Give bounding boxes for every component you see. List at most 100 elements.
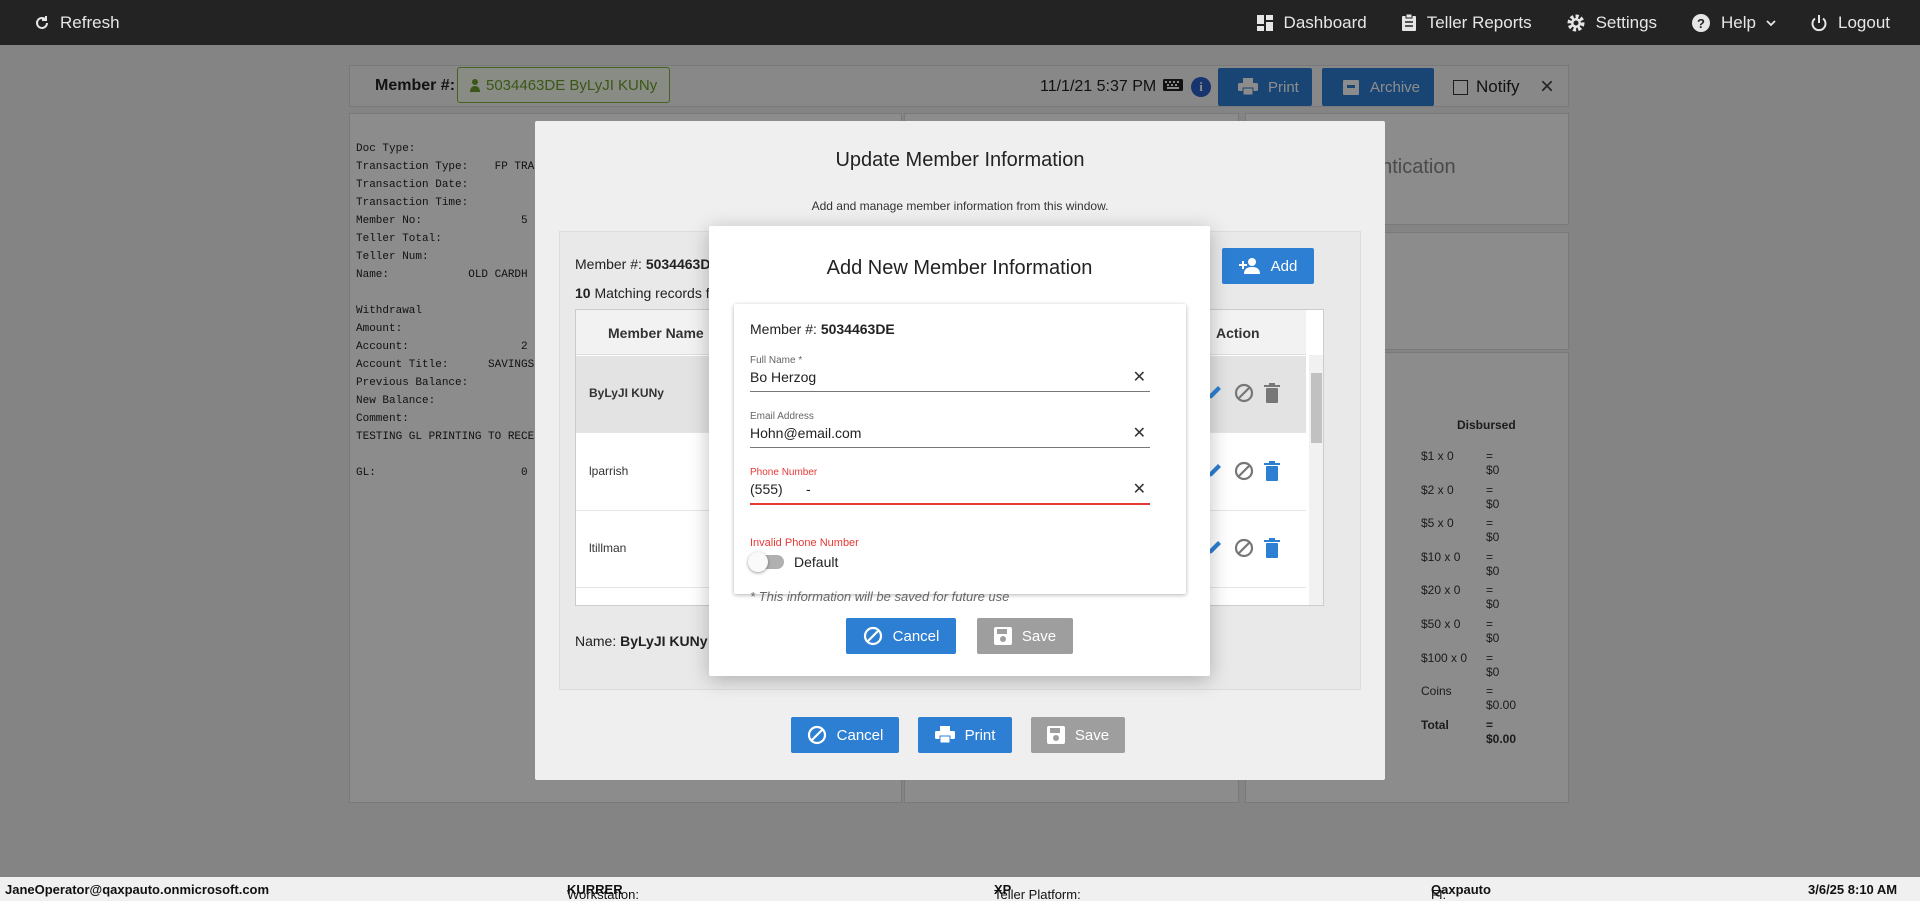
refresh-button[interactable]: Refresh: [34, 0, 120, 45]
row-actions: [1206, 538, 1280, 561]
gear-icon: [1566, 13, 1586, 33]
save-icon: [993, 627, 1012, 645]
status-workstation: Workstation: KURRER: [567, 882, 639, 901]
row-actions: [1206, 383, 1280, 406]
field-underline: [750, 503, 1150, 505]
status-fi-label: FI:: [1431, 887, 1447, 901]
matching-text: Matching records f: [594, 285, 710, 301]
update-save-label: Save: [1074, 726, 1110, 744]
clear-icon[interactable]: ✕: [1133, 423, 1146, 443]
email-label: Email Address: [750, 411, 814, 422]
add-cancel-button[interactable]: Cancel: [846, 618, 956, 654]
nav-dashboard[interactable]: Dashboard: [1256, 13, 1367, 33]
field-underline: [750, 447, 1150, 448]
clear-icon[interactable]: ✕: [1133, 479, 1146, 499]
clipboard-icon: [1401, 13, 1417, 32]
add-member-number-label: Member #:: [750, 321, 817, 337]
add-member-number-value: 5034463DE: [820, 321, 895, 337]
svg-text:?: ?: [1697, 16, 1705, 31]
update-member-number-label: Member #:: [575, 256, 642, 272]
update-save-button[interactable]: Save: [1031, 717, 1125, 753]
row-actions: [1206, 461, 1280, 484]
toggle-track[interactable]: [748, 552, 784, 572]
row-member-name: ByLyJI KUNy: [589, 386, 664, 400]
add-member-button[interactable]: Add: [1222, 248, 1314, 284]
ban-icon[interactable]: [1234, 461, 1254, 484]
default-toggle[interactable]: Default: [748, 552, 839, 572]
save-note: * This information will be saved for fut…: [750, 589, 1010, 604]
status-platform-label: Teller Platform:: [994, 887, 1081, 901]
phone-input[interactable]: (555) -: [750, 481, 811, 497]
grid-scrollbar-thumb[interactable]: [1311, 373, 1322, 443]
status-platform: Teller Platform: XP: [994, 882, 1081, 901]
email-input[interactable]: Hohn@email.com: [750, 425, 861, 441]
refresh-icon: [34, 15, 50, 31]
full-name-field[interactable]: Full Name * Bo Herzog ✕: [750, 355, 1150, 392]
trash-icon[interactable]: [1264, 461, 1280, 484]
refresh-label: Refresh: [60, 12, 120, 32]
add-cancel-label: Cancel: [892, 627, 940, 645]
row-member-name: lparrish: [589, 464, 629, 478]
add-member-number: Member #: 5034463DE: [750, 321, 895, 337]
nav-teller-reports[interactable]: Teller Reports: [1401, 13, 1532, 33]
add-member-form: Member #: 5034463DE Full Name * Bo Herzo…: [734, 304, 1186, 604]
ban-icon: [863, 626, 883, 646]
toggle-knob[interactable]: [748, 552, 768, 572]
default-label: Default: [794, 554, 839, 570]
help-icon: ?: [1691, 13, 1711, 33]
phone-field[interactable]: Phone Number (555) - ✕: [750, 467, 1150, 505]
add-save-label: Save: [1021, 627, 1057, 645]
ban-icon[interactable]: [1234, 538, 1254, 561]
full-name-input[interactable]: Bo Herzog: [750, 369, 816, 385]
status-datetime-value: 3/6/25 8:10 AM: [1808, 882, 1898, 897]
nav-teller-reports-label: Teller Reports: [1426, 12, 1532, 32]
ban-icon[interactable]: [1234, 383, 1254, 406]
chevron-down-icon: [1766, 19, 1776, 27]
col-member-name[interactable]: Member Name: [608, 325, 704, 341]
selected-name-label: Name:: [575, 633, 617, 649]
nav-help[interactable]: ? Help: [1691, 13, 1776, 33]
nav-settings-label: Settings: [1595, 12, 1658, 32]
col-action: Action: [1216, 325, 1260, 341]
update-cancel-button[interactable]: Cancel: [791, 717, 899, 753]
power-icon: [1810, 14, 1828, 32]
grid-scrollbar[interactable]: [1309, 355, 1323, 605]
top-nav-bar: Refresh Dashboard Teller Reports Setting…: [0, 0, 1920, 45]
nav-settings[interactable]: Settings: [1566, 13, 1657, 33]
nav-help-label: Help: [1721, 12, 1756, 32]
selected-name-value: ByLyJI KUNy: [620, 633, 708, 649]
status-fi: FI: Qaxpauto: [1431, 882, 1491, 901]
printer-icon: [934, 726, 955, 744]
phone-label: Phone Number: [750, 467, 818, 478]
nav-dashboard-label: Dashboard: [1283, 12, 1367, 32]
add-save-button[interactable]: Save: [977, 618, 1073, 654]
add-user-icon: [1238, 258, 1261, 274]
trash-icon[interactable]: [1264, 538, 1280, 561]
email-field[interactable]: Email Address Hohn@email.com ✕: [750, 411, 1150, 448]
update-member-number: Member #: 5034463D: [575, 256, 710, 272]
nav-logout-label: Logout: [1838, 12, 1890, 32]
add-member-modal: Add New Member Information Member #: 503…: [709, 226, 1210, 676]
add-modal-title: Add New Member Information: [826, 257, 1093, 279]
row-member-name: ltillman: [589, 541, 627, 555]
nav-logout[interactable]: Logout: [1810, 13, 1890, 33]
matching-records: 10 Matching records f: [575, 285, 710, 301]
clear-icon[interactable]: ✕: [1133, 367, 1146, 387]
status-workstation-label: Workstation:: [567, 887, 640, 901]
update-modal-title: Update Member Information: [835, 149, 1085, 171]
trash-icon[interactable]: [1264, 383, 1280, 406]
field-underline: [750, 391, 1150, 392]
phone-error-message: Invalid Phone Number: [750, 537, 859, 549]
dashboard-icon: [1256, 14, 1274, 32]
status-bar: JaneOperator@qaxpauto.onmicrosoft.com Wo…: [0, 877, 1920, 901]
update-modal-subtitle: Add and manage member information from t…: [811, 199, 1109, 213]
selected-name: Name: ByLyJI KUNy: [575, 633, 708, 649]
full-name-label: Full Name *: [750, 355, 803, 366]
status-user: JaneOperator@qaxpauto.onmicrosoft.com: [5, 882, 269, 897]
update-print-button[interactable]: Print: [918, 717, 1012, 753]
update-cancel-label: Cancel: [836, 726, 884, 744]
matching-count: 10: [575, 285, 591, 301]
save-icon: [1046, 726, 1065, 744]
status-user-value: JaneOperator@qaxpauto.onmicrosoft.com: [5, 882, 270, 897]
update-print-label: Print: [964, 726, 996, 744]
